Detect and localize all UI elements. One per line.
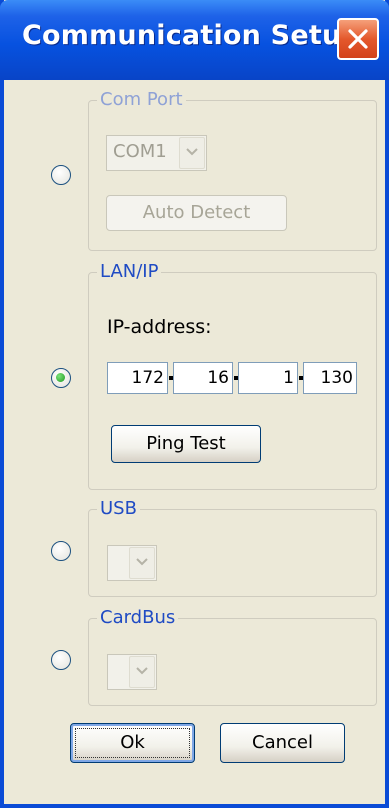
ip-octet-4[interactable]	[303, 362, 357, 394]
chevron-down-icon	[186, 148, 198, 156]
close-icon	[348, 29, 368, 49]
ping-test-button[interactable]: Ping Test	[111, 425, 261, 463]
cancel-button[interactable]: Cancel	[220, 723, 345, 763]
lan-ip-label: LAN/IP	[97, 260, 162, 284]
radio-com-port[interactable]	[51, 165, 71, 185]
com-port-select[interactable]: COM1	[106, 135, 207, 171]
chevron-down-icon	[136, 558, 148, 566]
com-port-label: Com Port	[97, 88, 186, 112]
communication-setup-dialog: Communication Setup Com Port COM1 Auto D…	[0, 0, 389, 808]
auto-detect-button[interactable]: Auto Detect	[106, 195, 287, 231]
focus-rect	[75, 728, 190, 758]
title-bar[interactable]: Communication Setup	[0, 0, 389, 80]
radio-selected-dot	[56, 373, 65, 382]
usb-dropdown-button[interactable]	[129, 547, 155, 579]
ip-octet-3[interactable]	[238, 362, 298, 394]
com-port-dropdown-button[interactable]	[179, 137, 205, 169]
window-title: Communication Setup	[22, 20, 361, 51]
ip-octet-1[interactable]	[107, 362, 168, 394]
cardbus-select[interactable]	[107, 654, 157, 690]
radio-lan-ip[interactable]	[51, 368, 71, 388]
usb-select[interactable]	[107, 545, 157, 581]
usb-label: USB	[97, 497, 140, 521]
close-button[interactable]	[337, 18, 379, 60]
com-port-value: COM1	[113, 141, 167, 162]
cardbus-dropdown-button[interactable]	[129, 656, 155, 688]
radio-cardbus[interactable]	[51, 650, 71, 670]
chevron-down-icon	[136, 667, 148, 675]
cardbus-label: CardBus	[97, 606, 179, 630]
radio-usb[interactable]	[51, 541, 71, 561]
ip-octet-2[interactable]	[173, 362, 233, 394]
ip-address-label: IP-address:	[107, 316, 212, 338]
ok-button[interactable]: Ok	[70, 723, 195, 763]
